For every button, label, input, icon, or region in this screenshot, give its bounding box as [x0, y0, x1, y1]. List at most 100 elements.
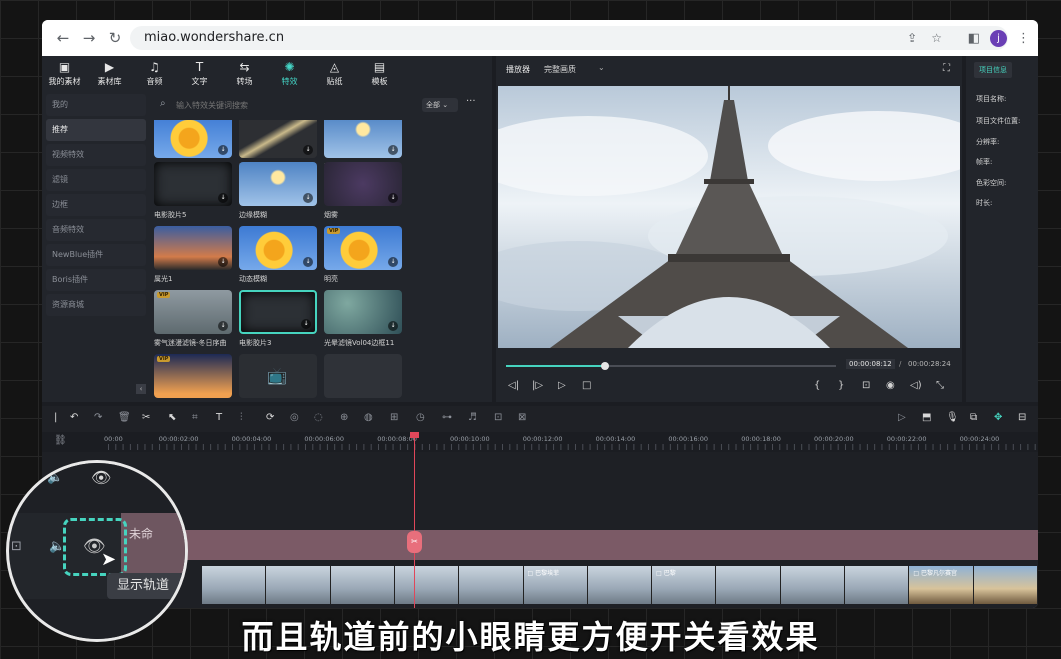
crop-icon[interactable]: ⌗	[192, 412, 198, 423]
color-icon[interactable]: ◍	[364, 412, 373, 423]
download-icon[interactable]: ↓	[301, 319, 311, 329]
video-clip-frame[interactable]	[459, 566, 524, 604]
snap-magnet-icon[interactable]: ✥	[994, 412, 1002, 423]
tab-4[interactable]: ⇆ 转场	[222, 56, 267, 92]
effect-thumbnail[interactable]: VIP ↓	[154, 290, 232, 334]
download-icon[interactable]: ↓	[303, 145, 313, 155]
video-clip-frame[interactable]: □ 巴黎凡尔赛宫	[909, 566, 974, 604]
download-icon[interactable]: ↓	[388, 257, 398, 267]
download-icon[interactable]: ↓	[388, 145, 398, 155]
sidepanel-icon[interactable]: ◧	[968, 31, 980, 46]
effect-card[interactable]: ↓ 烟雾	[324, 162, 404, 220]
fullscreen-icon[interactable]: ⤡	[936, 380, 944, 391]
snapshot-icon[interactable]: ⛶	[943, 63, 950, 74]
video-clip-frame[interactable]: □ 巴黎埃菲	[523, 566, 588, 604]
playhead[interactable]	[414, 436, 415, 608]
effect-card[interactable]: VIP ↓ 雾气迷漫滤镜-冬日序曲	[154, 290, 234, 348]
timer-icon[interactable]: ◷	[416, 412, 425, 423]
delete-icon[interactable]: 🗑	[118, 412, 131, 423]
mic-icon[interactable]: 🎙	[946, 412, 959, 423]
freeze-icon[interactable]: ⊡	[494, 412, 502, 423]
video-clip-frame[interactable]	[266, 566, 331, 604]
sidebar-item[interactable]: 滤镜	[46, 169, 146, 191]
download-icon[interactable]: ↓	[218, 257, 228, 267]
chevron-down-icon[interactable]: ⌄	[598, 63, 605, 72]
adjust-icon[interactable]: ⊶	[442, 412, 452, 423]
more-options-icon[interactable]: ···	[466, 96, 476, 107]
effect-card[interactable]: ↓ 属光1	[154, 226, 234, 284]
split-handle-icon[interactable]: ✂	[407, 531, 422, 553]
effect-card[interactable]: VIP	[154, 354, 234, 402]
video-clip-frame[interactable]	[202, 566, 267, 604]
split-icon[interactable]: ✂	[142, 412, 150, 423]
effect-card[interactable]	[324, 354, 404, 402]
effect-thumbnail[interactable]: VIP ↓	[324, 226, 402, 270]
text-tool-icon[interactable]: T	[216, 412, 222, 423]
quality-select[interactable]: 完整画质	[544, 64, 576, 75]
bookmark-star-icon[interactable]: ☆	[931, 31, 942, 45]
tab-3[interactable]: T 文字	[177, 56, 222, 92]
zoom-icon[interactable]: ⊕	[340, 412, 348, 423]
download-icon[interactable]: ↓	[303, 193, 313, 203]
effect-thumbnail[interactable]: ↓	[324, 290, 402, 334]
tab-7[interactable]: ▤ 模板	[357, 56, 402, 92]
sidebar-item[interactable]: 我的	[46, 94, 146, 116]
effect-thumbnail[interactable]: ↓	[154, 226, 232, 270]
tab-project-info[interactable]: 项目信息	[974, 62, 1012, 78]
download-icon[interactable]: ↓	[388, 321, 398, 331]
prev-frame-icon[interactable]: ◁|	[508, 380, 519, 391]
link-icon[interactable]: ⛓	[54, 435, 67, 446]
reload-icon[interactable]: ↻	[104, 29, 126, 47]
collapse-sidebar-button[interactable]: ‹	[136, 384, 146, 394]
pointer-icon[interactable]: ⬉	[168, 412, 176, 423]
video-clip-frame[interactable]	[716, 566, 781, 604]
tab-2[interactable]: ♫ 音频	[132, 56, 177, 92]
undo-icon[interactable]: ↶	[70, 412, 78, 423]
scrubber-knob[interactable]	[601, 362, 609, 370]
address-bar[interactable]: miao.wondershare.cn	[130, 26, 1008, 50]
effect-thumbnail[interactable]: ↓	[324, 120, 402, 158]
sidebar-item[interactable]: 资源商城	[46, 294, 146, 316]
effect-card[interactable]: ↓ 电影胶片3	[239, 290, 319, 348]
redo-icon[interactable]: ↷	[94, 412, 102, 423]
video-clip-frame[interactable]	[330, 566, 395, 604]
display-icon[interactable]: ⊡	[862, 380, 870, 391]
effect-card[interactable]: ↓ 电影胶片5	[154, 162, 234, 220]
next-frame-icon[interactable]: |▷	[532, 380, 543, 391]
sidebar-item[interactable]: 视频特效	[46, 144, 146, 166]
stabilize-icon[interactable]: ⊞	[390, 412, 398, 423]
mask-icon[interactable]: ◌	[314, 412, 323, 423]
effect-thumbnail[interactable]: ↓	[239, 120, 317, 158]
download-icon[interactable]: ↓	[388, 193, 398, 203]
tab-0[interactable]: ▣ 我的素材	[42, 56, 87, 92]
tab-6[interactable]: ◬ 贴纸	[312, 56, 357, 92]
effect-card[interactable]: 📺	[239, 354, 319, 402]
back-icon[interactable]: ←	[52, 29, 74, 47]
mark-out-icon[interactable]: }	[838, 380, 844, 391]
sidebar-item[interactable]: Boris插件	[46, 269, 146, 291]
effect-card[interactable]: ↓ 光晕滤镜Vol04边框11	[324, 290, 404, 348]
effect-tool-icon[interactable]: ◎	[290, 412, 299, 423]
download-icon[interactable]: ↓	[218, 193, 228, 203]
tab-5[interactable]: ✺ 特效	[267, 56, 312, 92]
snapshot-tool-icon[interactable]: ⧉	[970, 412, 977, 423]
tab-1[interactable]: ▶ 素材库	[87, 56, 132, 92]
effect-thumbnail[interactable]: ↓	[239, 290, 317, 334]
sidebar-item[interactable]: 边框	[46, 194, 146, 216]
playback-scrubber[interactable]	[506, 362, 836, 370]
effect-thumbnail[interactable]: ↓	[154, 162, 232, 206]
audio-wave-icon[interactable]: ⫶	[240, 412, 243, 423]
effect-thumbnail[interactable]: ↓	[239, 226, 317, 270]
effect-card[interactable]: ↓ 边缘模糊	[239, 162, 319, 220]
video-clip-frame[interactable]	[587, 566, 653, 604]
effects-search-input[interactable]	[176, 96, 406, 114]
download-icon[interactable]: ↓	[218, 321, 228, 331]
select-tool-icon[interactable]: |	[54, 412, 57, 423]
effect-thumbnail[interactable]: 📺	[239, 354, 317, 398]
fit-timeline-icon[interactable]: ⊟	[1018, 412, 1026, 423]
video-track[interactable]: □ 巴黎埃菲 □ 巴黎 □ 巴黎凡尔赛宫	[202, 566, 1038, 604]
effect-thumbnail[interactable]: ↓	[324, 162, 402, 206]
render-icon[interactable]: ▷	[898, 412, 906, 423]
video-clip-frame[interactable]	[845, 566, 910, 604]
mark-in-icon[interactable]: {	[814, 380, 820, 391]
